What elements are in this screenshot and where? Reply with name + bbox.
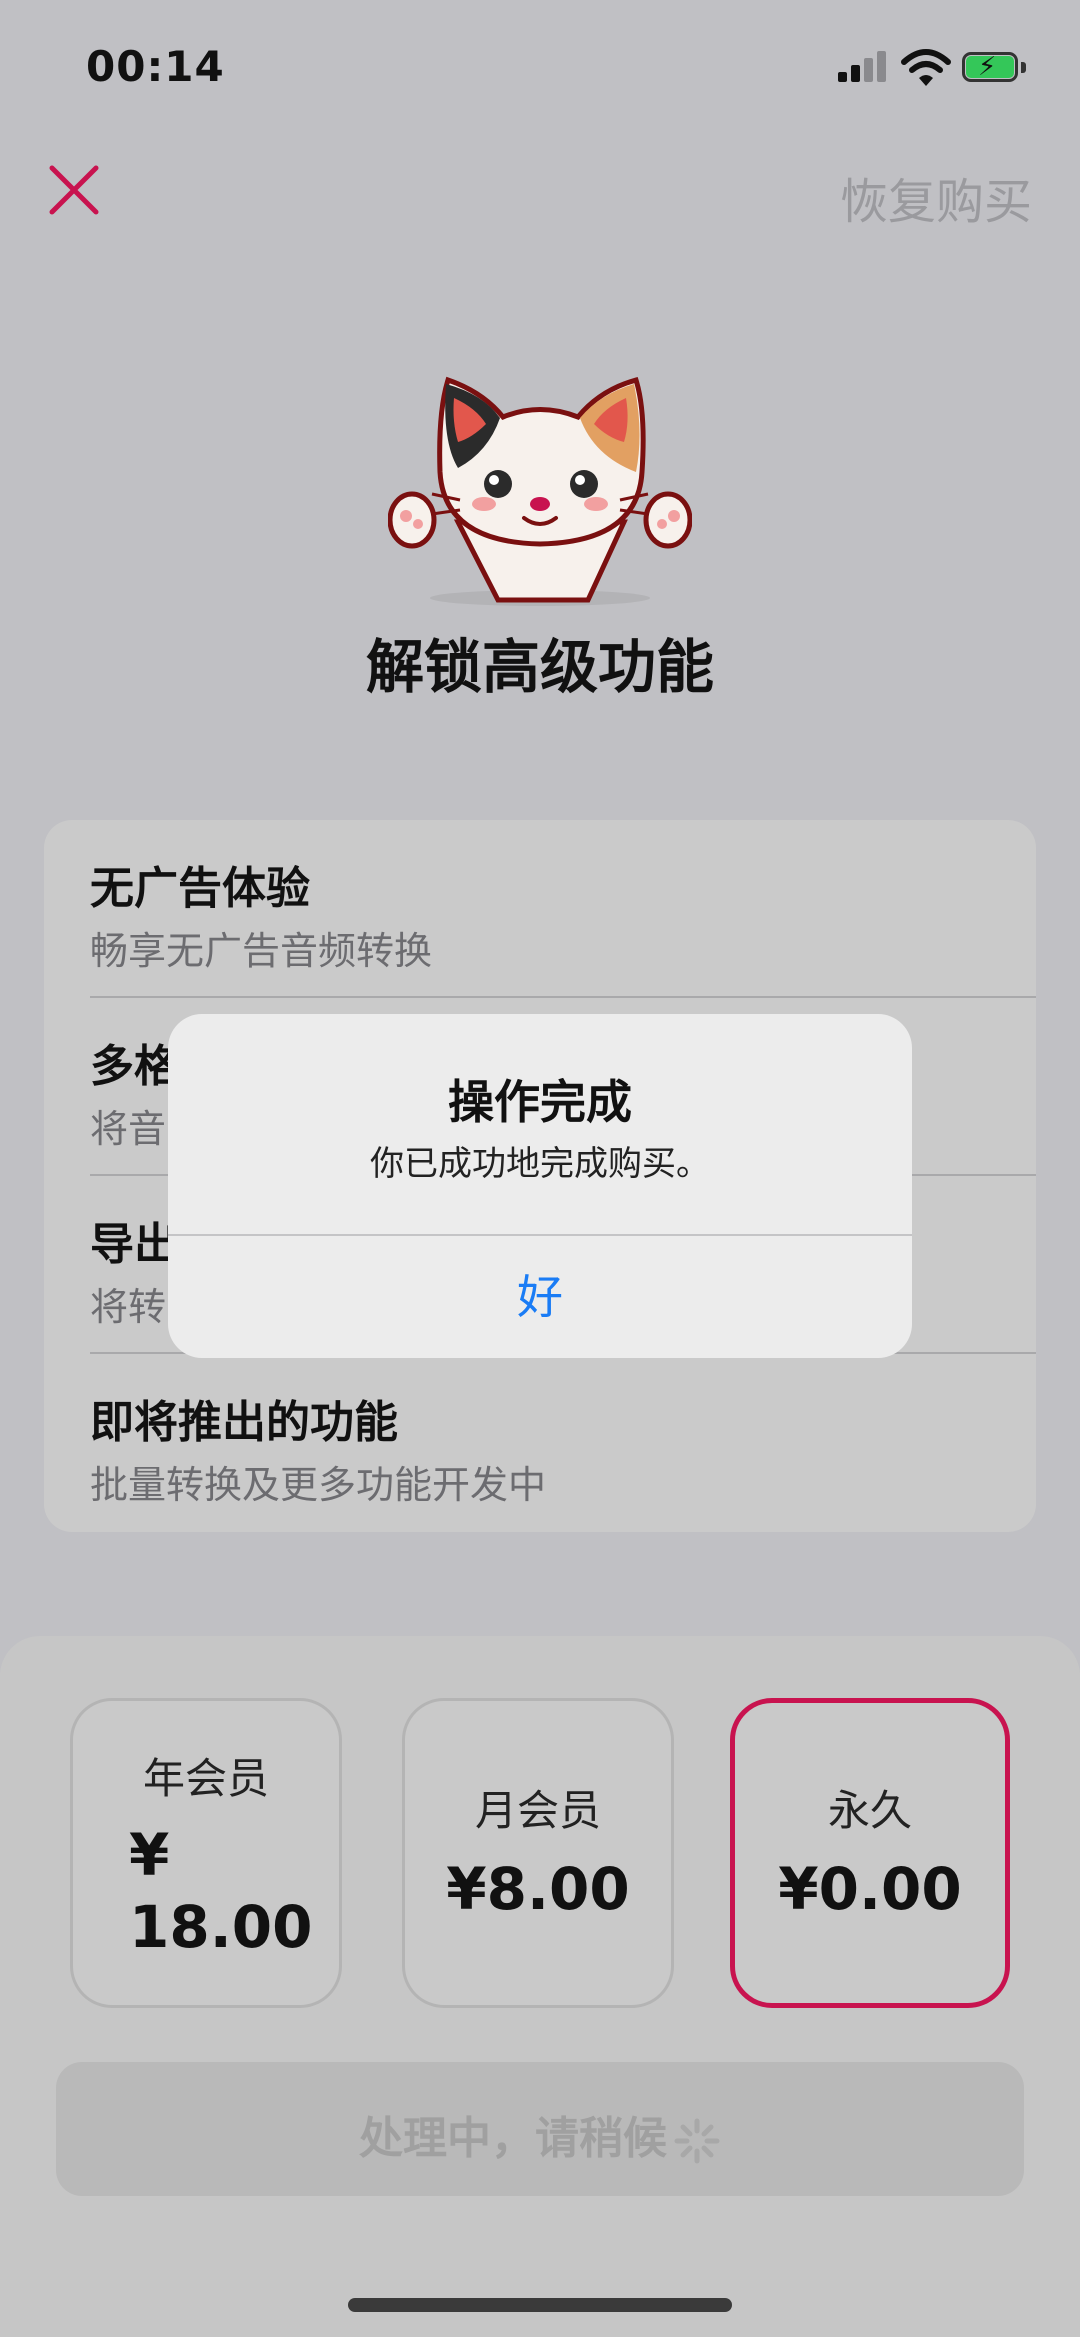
- price-amount: 18.00: [129, 1893, 313, 1961]
- feature-desc: 批量转换及更多功能开发中: [90, 1463, 547, 1507]
- feature-title: 即将推出的功能: [90, 1397, 398, 1448]
- plan-card-monthly[interactable]: 月会员 ¥8.00: [402, 1698, 674, 2008]
- feature-title: 多格: [90, 1041, 178, 1092]
- page-title: 解锁高级功能: [365, 633, 714, 701]
- cellular-signal-icon: [838, 48, 888, 88]
- restore-purchase-button[interactable]: 恢复购买: [840, 162, 1032, 232]
- battery-icon: ⚡: [962, 52, 1026, 84]
- status-time: 00:14: [86, 42, 225, 91]
- close-icon[interactable]: [44, 160, 104, 220]
- processing-text: 处理中，请稍候: [359, 2113, 667, 2164]
- feature-row-coming-soon: 即将推出的功能 批量转换及更多功能开发中: [90, 1354, 1036, 1532]
- feature-title: 无广告体验: [90, 863, 310, 914]
- paywall-screen: 00:14 ⚡ 恢复购买 解锁高级功能 无广告体验 畅享无广告音频转换 多格 将…: [0, 0, 1080, 2337]
- feature-title: 导出: [90, 1219, 178, 1270]
- plan-price: ¥ 18.00: [129, 1819, 329, 1963]
- cat-mascot-icon: [388, 376, 692, 606]
- feature-desc: 畅享无广告音频转换: [90, 929, 433, 973]
- purchase-complete-alert: 操作完成 你已成功地完成购买。 好: [168, 1014, 912, 1358]
- feature-desc: 将转: [90, 1285, 167, 1329]
- plan-price: ¥8.00: [446, 1855, 630, 1923]
- home-indicator[interactable]: [348, 2298, 732, 2312]
- alert-message: 你已成功地完成购买。: [370, 1144, 710, 1184]
- plan-card-lifetime[interactable]: 永久 ¥0.00: [730, 1698, 1010, 2008]
- loading-spinner-icon: [674, 2118, 720, 2164]
- purchase-button-label: 处理中，请稍候: [56, 2102, 1024, 2166]
- feature-row-no-ads: 无广告体验 畅享无广告音频转换: [90, 820, 1036, 998]
- plan-card-yearly[interactable]: 年会员 ¥ 18.00: [70, 1698, 342, 2008]
- alert-ok-button[interactable]: 好: [168, 1236, 912, 1358]
- purchase-button[interactable]: 处理中，请稍候: [56, 2062, 1024, 2196]
- wifi-icon: [901, 49, 951, 86]
- plan-price: ¥0.00: [778, 1855, 962, 1923]
- alert-title: 操作完成: [448, 1075, 632, 1129]
- status-icons: ⚡: [838, 48, 1038, 88]
- plan-name: 月会员: [474, 1786, 601, 1835]
- plan-name: 年会员: [142, 1754, 269, 1803]
- price-symbol: ¥: [129, 1821, 170, 1889]
- feature-desc: 将音: [90, 1107, 167, 1151]
- plan-name: 永久: [827, 1786, 912, 1835]
